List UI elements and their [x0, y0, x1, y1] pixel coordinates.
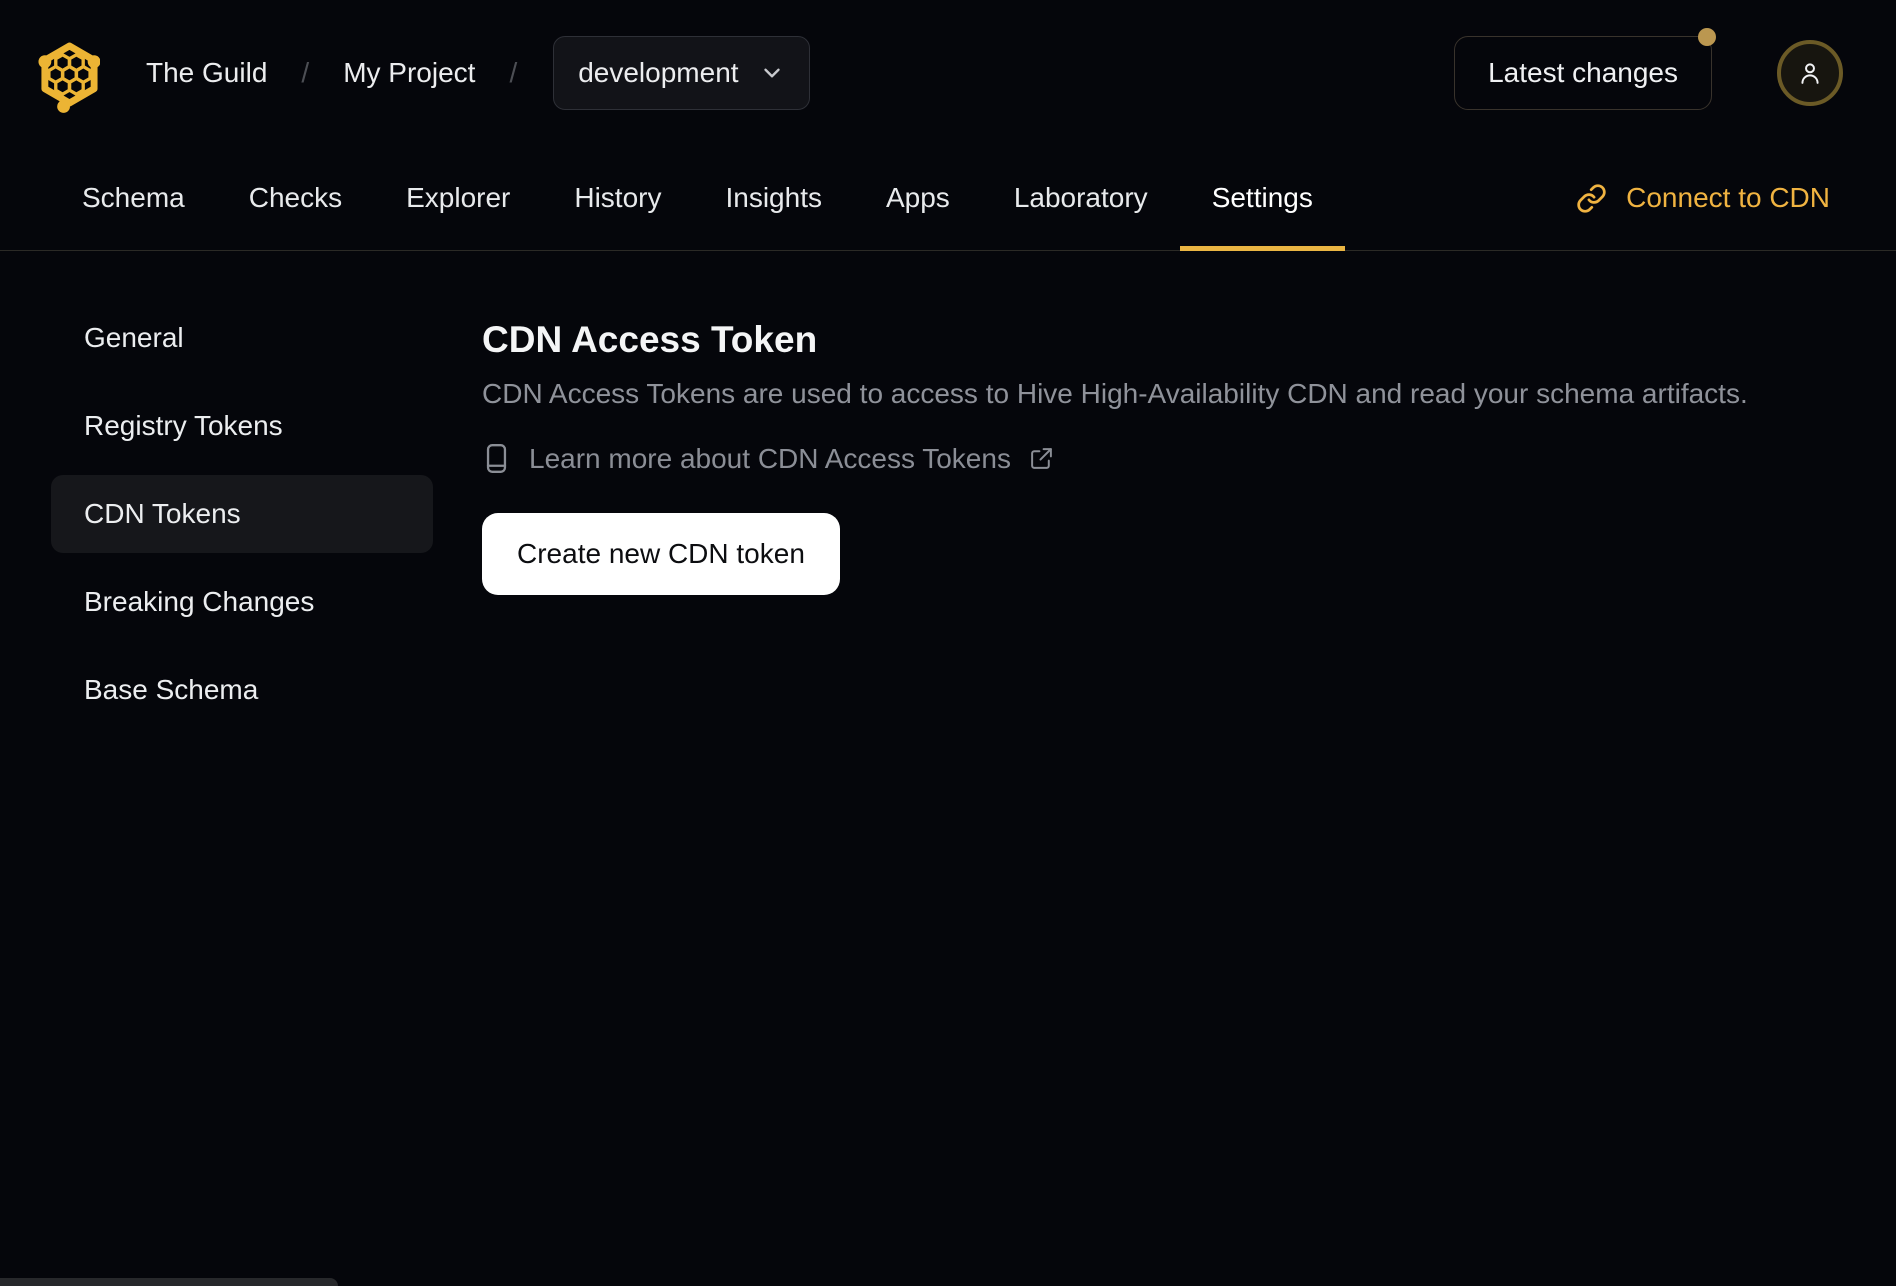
- learn-more-link[interactable]: Learn more about CDN Access Tokens: [482, 442, 1748, 475]
- person-icon: [1801, 63, 1819, 84]
- sidebar-item-label: General: [84, 322, 184, 353]
- settings-sidebar: General Registry Tokens CDN Tokens Break…: [51, 299, 433, 739]
- sidebar-item-label: CDN Tokens: [84, 498, 241, 529]
- sidebar-item-label: Breaking Changes: [84, 586, 315, 617]
- target-selector-dropdown[interactable]: development: [553, 36, 810, 110]
- sidebar-item-general[interactable]: General: [51, 299, 433, 377]
- sidebar-item-label: Registry Tokens: [84, 410, 283, 441]
- tab-label: Checks: [248, 182, 343, 213]
- sidebar-item-cdn-tokens[interactable]: CDN Tokens: [51, 475, 433, 553]
- breadcrumb-org[interactable]: The Guild: [146, 57, 267, 89]
- tab-insights[interactable]: Insights: [693, 146, 854, 250]
- page-description: CDN Access Tokens are used to access to …: [482, 378, 1748, 410]
- tab-explorer[interactable]: Explorer: [374, 146, 542, 250]
- tab-apps[interactable]: Apps: [854, 146, 982, 250]
- bottom-sheet-edge: [0, 1278, 338, 1286]
- tab-label: Apps: [885, 182, 950, 213]
- breadcrumb-project[interactable]: My Project: [343, 57, 475, 89]
- breadcrumb: The Guild / My Project /: [146, 57, 517, 89]
- tab-label: Insights: [725, 182, 822, 213]
- breadcrumb-separator: /: [301, 57, 310, 88]
- chevron-down-icon: [763, 68, 780, 78]
- tab-label: History: [574, 182, 662, 213]
- tab-settings[interactable]: Settings: [1179, 146, 1346, 251]
- app-header: The Guild / My Project / development Lat…: [0, 0, 1896, 146]
- connect-to-cdn-link[interactable]: Connect to CDN: [1576, 146, 1830, 250]
- external-link-icon: [1031, 448, 1052, 470]
- learn-more-label: Learn more about CDN Access Tokens: [529, 442, 1011, 474]
- sidebar-item-base-schema[interactable]: Base Schema: [51, 651, 433, 729]
- notification-dot: [1698, 28, 1716, 46]
- tab-checks[interactable]: Checks: [217, 146, 374, 250]
- sidebar-item-breaking-changes[interactable]: Breaking Changes: [51, 563, 433, 641]
- tab-label: Settings: [1211, 182, 1313, 213]
- tab-schema[interactable]: Schema: [50, 146, 217, 250]
- user-avatar-button[interactable]: [1777, 40, 1843, 106]
- tab-label: Laboratory: [1013, 182, 1148, 213]
- book-icon: [486, 444, 507, 474]
- link-chain-icon: [1577, 183, 1606, 213]
- tab-history[interactable]: History: [542, 146, 693, 250]
- sidebar-item-registry-tokens[interactable]: Registry Tokens: [51, 387, 433, 465]
- page-title: CDN Access Token: [482, 319, 818, 360]
- latest-changes-button[interactable]: Latest changes: [1454, 28, 1716, 110]
- sidebar-item-label: Base Schema: [84, 674, 259, 705]
- tab-label: Schema: [82, 182, 185, 213]
- tab-laboratory[interactable]: Laboratory: [982, 146, 1180, 250]
- cdn-token-panel: CDN Access Token CDN Access Tokens are u…: [482, 299, 1748, 596]
- tab-label: Explorer: [406, 182, 511, 213]
- breadcrumb-separator: /: [509, 57, 518, 88]
- connect-to-cdn-label: Connect to CDN: [1626, 182, 1830, 213]
- settings-content: General Registry Tokens CDN Tokens Break…: [0, 251, 1896, 739]
- create-cdn-token-button[interactable]: Create new CDN token: [482, 513, 840, 596]
- project-nav-tabs: Schema Checks Explorer History Insights …: [0, 146, 1896, 251]
- hive-logo-icon[interactable]: [37, 34, 100, 113]
- target-selector-value: development: [578, 57, 739, 88]
- latest-changes-label: Latest changes: [1488, 57, 1678, 88]
